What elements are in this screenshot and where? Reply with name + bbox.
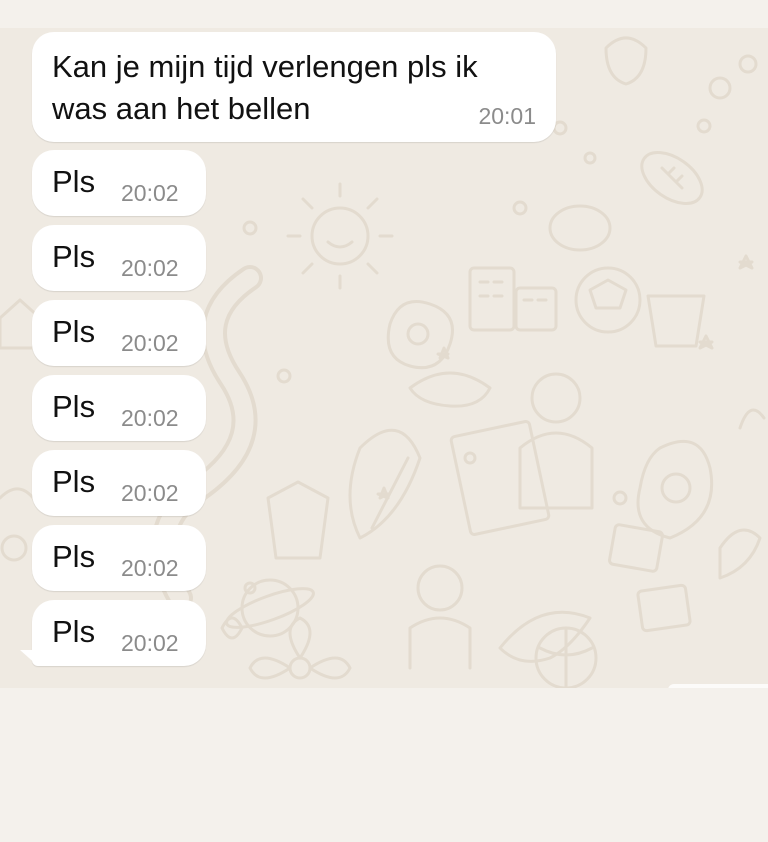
message-text: Pls (52, 239, 96, 274)
message-text: Pls (52, 614, 96, 649)
message-timestamp: 20:01 (478, 103, 536, 129)
message-text: Pls (52, 464, 96, 499)
message-bubble[interactable]: Pls 20:02 (32, 300, 206, 366)
message-bubble[interactable]: Kan je mijn tijd verlengen pls ik was aa… (32, 32, 556, 142)
message-text: Pls (52, 314, 96, 349)
message-timestamp: 20:02 (121, 480, 179, 506)
message-bubble[interactable]: Pls 20:02 (32, 375, 206, 441)
message-text: Pls (52, 164, 96, 199)
message-timestamp: 20:02 (121, 405, 179, 431)
message-bubble[interactable]: Pls 20:02 (32, 225, 206, 291)
message-text: Kan je mijn tijd verlengen pls ik was aa… (52, 49, 478, 126)
message-bubble[interactable]: Pls 20:02 (32, 150, 206, 216)
message-timestamp: 20:02 (121, 330, 179, 356)
message-timestamp: 20:02 (121, 180, 179, 206)
message-bubble[interactable]: Pls 20:02 (32, 450, 206, 516)
message-timestamp: 20:02 (121, 555, 179, 581)
bubble-tail (20, 650, 38, 666)
empty-bottom-area (0, 688, 768, 842)
message-text: Pls (52, 389, 96, 424)
message-text: Pls (52, 539, 96, 574)
chat-area[interactable]: Kan je mijn tijd verlengen pls ik was aa… (0, 28, 768, 688)
message-timestamp: 20:02 (121, 255, 179, 281)
message-bubble[interactable]: Pls 20:02 (32, 600, 206, 666)
message-bubble[interactable]: Pls 20:02 (32, 525, 206, 591)
message-timestamp: 20:02 (121, 630, 179, 656)
